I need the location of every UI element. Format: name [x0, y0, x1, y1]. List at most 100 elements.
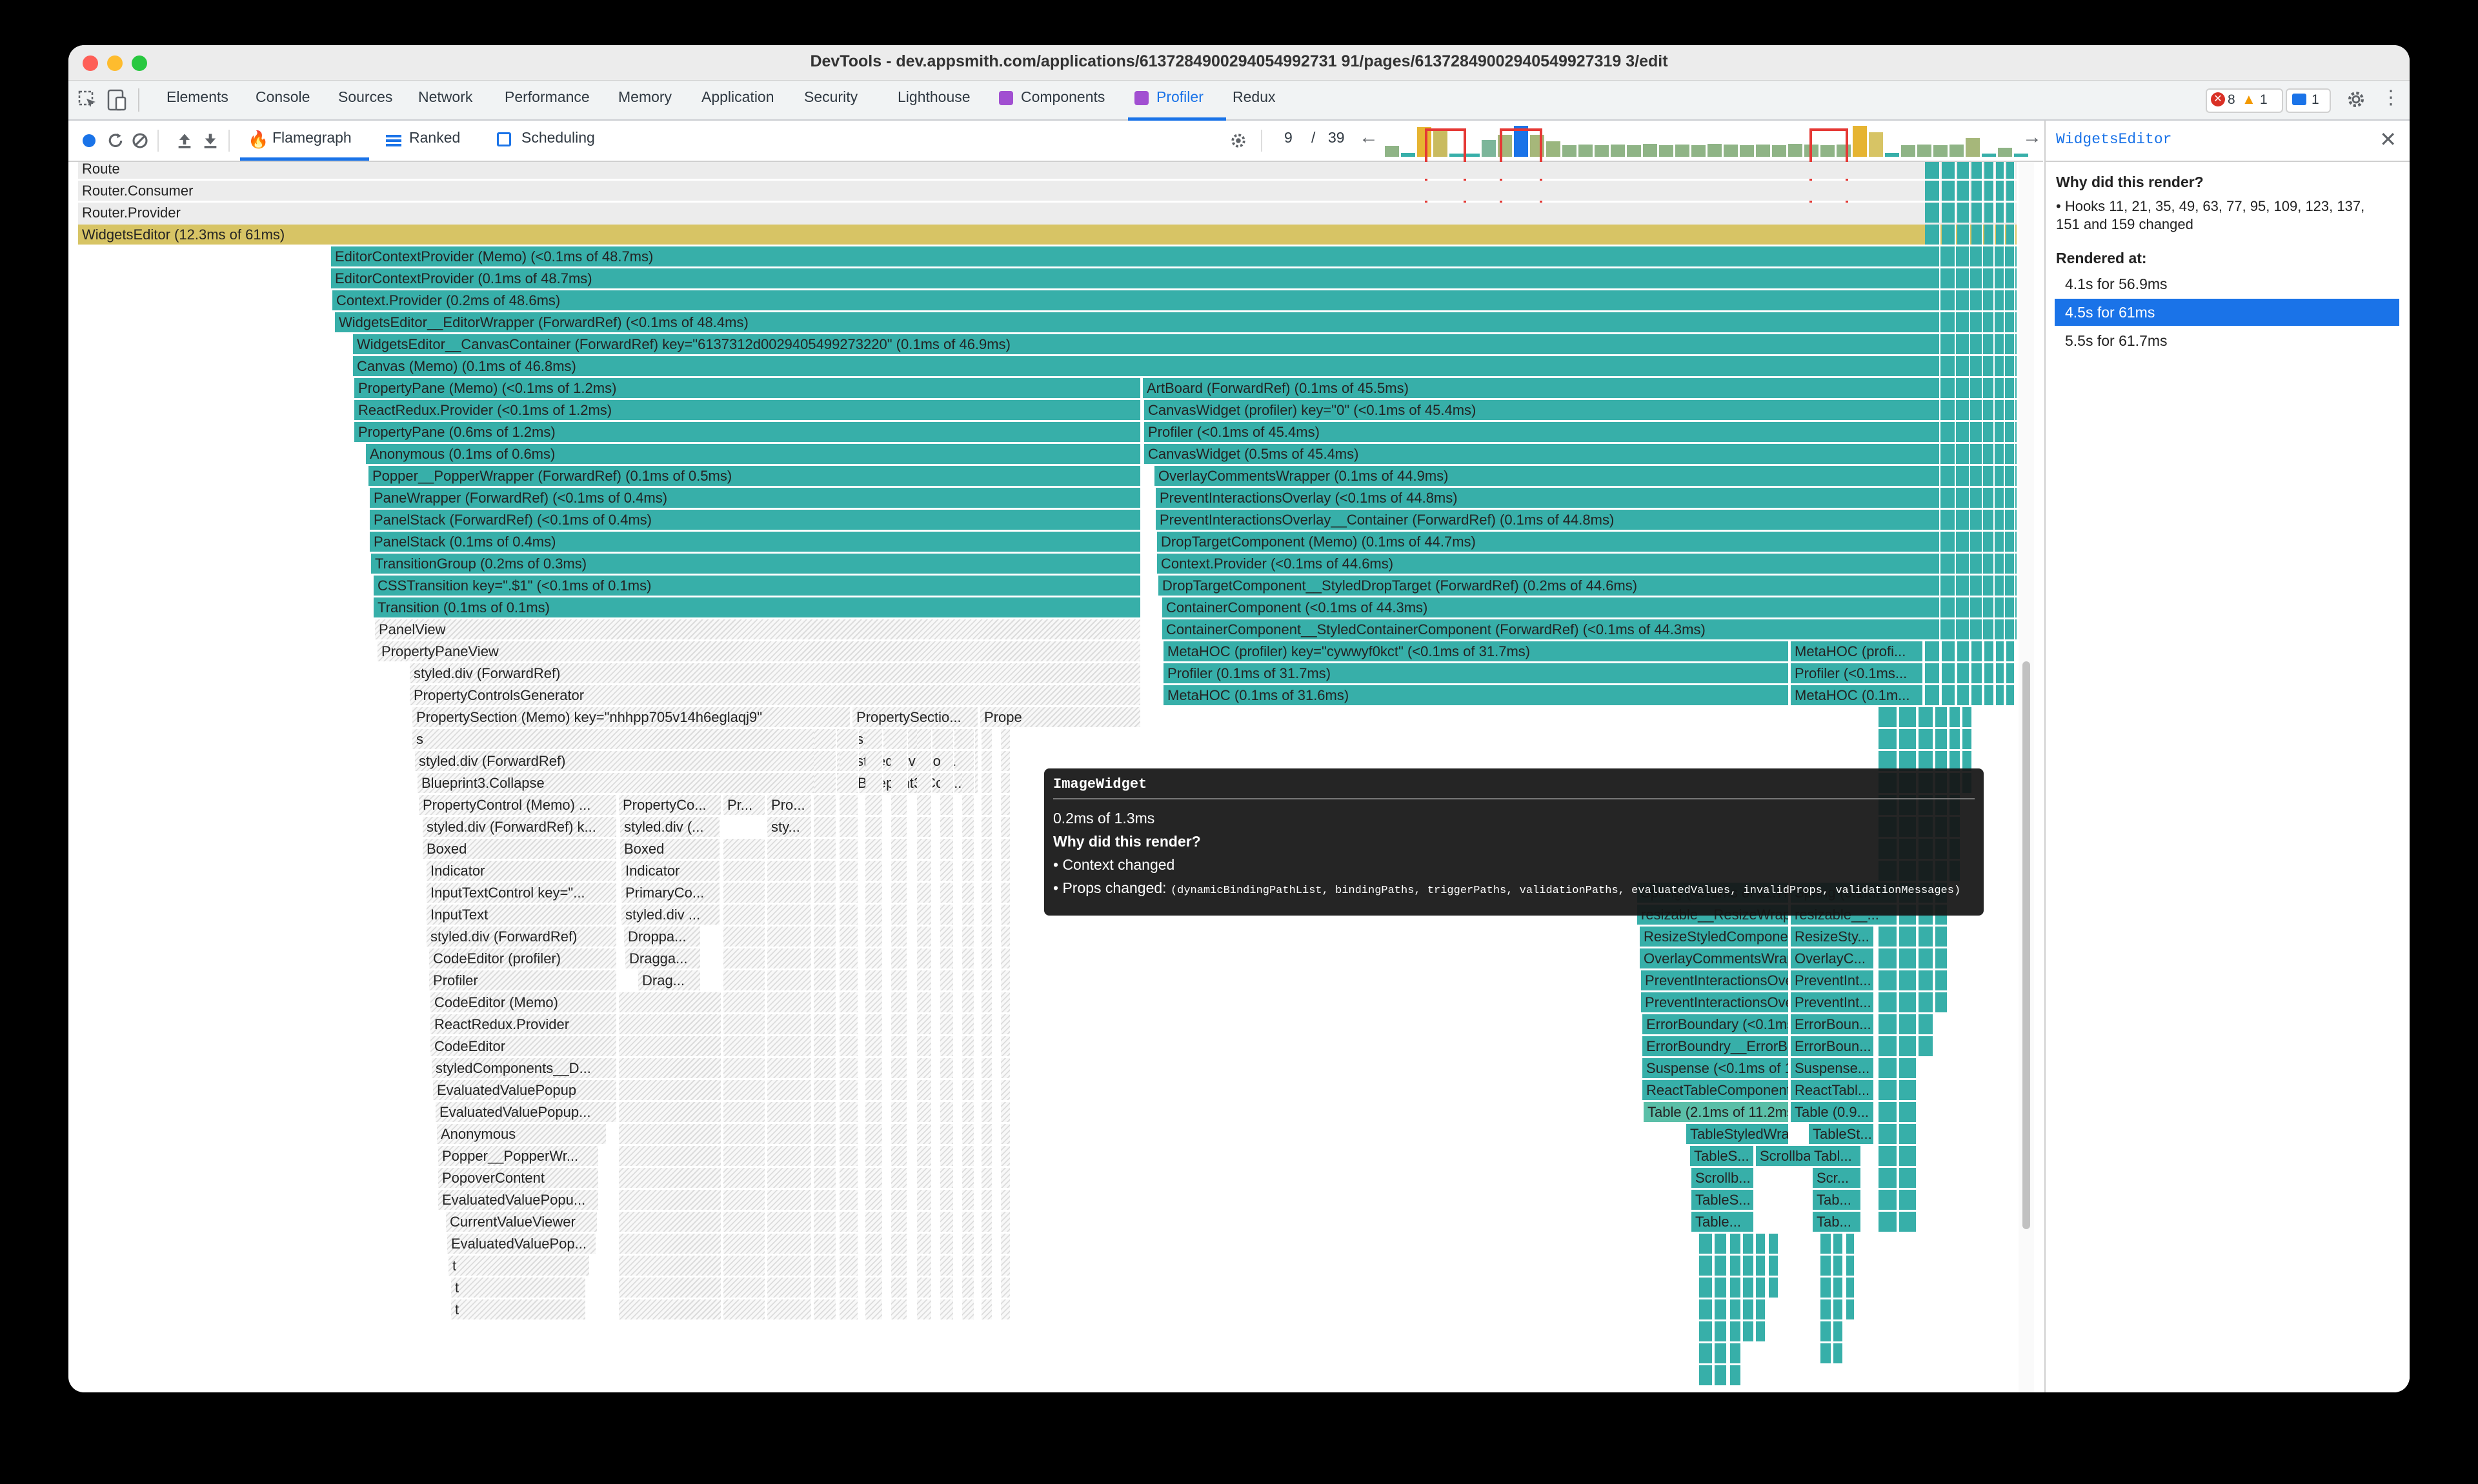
flame-bar[interactable]	[1996, 312, 2005, 332]
flame-bar[interactable]	[1957, 246, 1970, 266]
flame-bar[interactable]	[767, 1299, 812, 1319]
flame-bar[interactable]	[982, 883, 993, 903]
flame-bar[interactable]	[982, 861, 993, 881]
flame-bar[interactable]: InputTextControl key="...	[427, 883, 618, 903]
flame-bar[interactable]	[1879, 707, 1898, 727]
flame-bar[interactable]	[962, 1299, 975, 1319]
flame-bar[interactable]	[723, 927, 766, 947]
flame-bar[interactable]	[1833, 1256, 1844, 1276]
flame-bar[interactable]	[1846, 1234, 1855, 1254]
flame-bar[interactable]	[814, 1058, 837, 1078]
previous-commit-icon[interactable]: ←	[1359, 126, 1378, 148]
flame-bar[interactable]	[767, 839, 812, 859]
flame-bar[interactable]: PanelStack (ForwardRef) (<0.1ms of 0.4ms…	[370, 510, 1142, 530]
tab-components[interactable]: Components	[1021, 88, 1105, 106]
flame-bar[interactable]	[1730, 1256, 1742, 1276]
flame-bar[interactable]	[1715, 1365, 1728, 1385]
flame-bar[interactable]	[1984, 334, 1995, 354]
flame-bar[interactable]	[940, 751, 954, 771]
flame-bar[interactable]	[1962, 707, 1973, 727]
tab-redux[interactable]: Redux	[1233, 88, 1275, 106]
flame-bar[interactable]	[982, 1124, 993, 1144]
commit-bar[interactable]	[1611, 145, 1627, 157]
flame-bar[interactable]	[723, 1102, 766, 1122]
flame-bar[interactable]	[891, 970, 908, 990]
flame-bar[interactable]	[1899, 707, 1917, 727]
flame-bar[interactable]	[1699, 1234, 1713, 1254]
render-list-item[interactable]: 4.1s for 56.9ms	[2055, 270, 2399, 297]
flame-bar[interactable]: styled.div (ForwardRef)	[415, 751, 851, 771]
commit-bar[interactable]	[1675, 145, 1691, 157]
flame-bar[interactable]	[619, 1058, 722, 1078]
flame-bar[interactable]	[1001, 817, 1011, 837]
flame-bar[interactable]	[982, 729, 993, 749]
flame-bar[interactable]	[1899, 1146, 1917, 1166]
flame-bar[interactable]	[1001, 1058, 1011, 1078]
flame-bar[interactable]	[1925, 488, 1940, 508]
flame-bar[interactable]	[1699, 1256, 1713, 1276]
flame-bar[interactable]	[982, 992, 993, 1012]
flame-bar[interactable]: PreventInt...	[1791, 992, 1875, 1012]
flame-bar[interactable]	[1715, 1234, 1728, 1254]
flame-bar[interactable]	[1942, 400, 1956, 420]
flame-bar[interactable]	[917, 1102, 932, 1122]
flame-bar[interactable]	[865, 992, 883, 1012]
flame-bar[interactable]	[865, 1168, 883, 1188]
flame-bar[interactable]	[2006, 356, 2015, 376]
flame-bar[interactable]	[982, 1190, 993, 1210]
flame-bar[interactable]	[1879, 927, 1898, 947]
flame-bar[interactable]	[1942, 597, 1956, 617]
flame-bar[interactable]	[962, 839, 975, 859]
flame-bar[interactable]: PreventInteractionsOverlay (<0.1ms of 44…	[1156, 488, 2018, 508]
flame-bar[interactable]	[1001, 927, 1011, 947]
flame-bar[interactable]	[1925, 597, 1940, 617]
flame-bar[interactable]	[891, 1168, 908, 1188]
flame-bar[interactable]	[1996, 400, 2005, 420]
flame-bar[interactable]	[1743, 1234, 1755, 1254]
flame-bar[interactable]	[1846, 1278, 1855, 1298]
flame-bar[interactable]	[2006, 162, 2015, 179]
flame-bar[interactable]	[1957, 597, 1970, 617]
flame-bar[interactable]: Indicator	[621, 861, 721, 881]
flame-bar[interactable]: PropertyPane (0.6ms of 1.2ms)	[354, 422, 1142, 442]
messages-badge[interactable]: 1	[2286, 88, 2331, 113]
flame-bar[interactable]	[767, 1124, 812, 1144]
commit-bar[interactable]	[1643, 144, 1659, 157]
flame-bar[interactable]	[1971, 510, 1983, 530]
flame-bar[interactable]	[1899, 1190, 1917, 1210]
flame-bar[interactable]	[1001, 1212, 1011, 1232]
flame-bar[interactable]	[723, 861, 766, 881]
flame-bar[interactable]	[2006, 312, 2015, 332]
flame-bar[interactable]: PrimaryCo...	[621, 883, 721, 903]
flame-bar[interactable]: ArtBoard (ForwardRef) (0.1ms of 45.5ms)	[1143, 378, 2018, 398]
flame-bar[interactable]	[767, 1190, 812, 1210]
flame-bar[interactable]	[1743, 1278, 1755, 1298]
flame-bar[interactable]	[982, 1014, 993, 1034]
flame-bar[interactable]	[1899, 1080, 1917, 1100]
flame-bar[interactable]	[840, 905, 859, 925]
flame-bar[interactable]	[962, 883, 975, 903]
flame-bar[interactable]	[1756, 1234, 1766, 1254]
flame-bar[interactable]	[1984, 532, 1995, 552]
tab-application[interactable]: Application	[701, 88, 774, 106]
flame-bar[interactable]	[1925, 641, 1940, 661]
flame-bar[interactable]	[1984, 619, 1995, 639]
flame-bar[interactable]	[962, 1036, 975, 1056]
flame-bar[interactable]	[982, 1058, 993, 1078]
flame-bar[interactable]	[767, 1168, 812, 1188]
flame-bar[interactable]	[1879, 1146, 1898, 1166]
flame-bar[interactable]	[982, 795, 993, 815]
flame-bar[interactable]	[891, 1299, 908, 1319]
flame-bar[interactable]	[1756, 1299, 1766, 1319]
flame-bar[interactable]	[982, 1299, 993, 1319]
flame-bar[interactable]	[962, 992, 975, 1012]
flame-bar[interactable]	[1971, 312, 1983, 332]
flame-bar[interactable]: CodeEditor (profiler)	[429, 948, 618, 968]
flame-bar[interactable]	[814, 883, 837, 903]
flame-bar[interactable]	[2006, 203, 2015, 223]
flame-bar[interactable]	[1001, 1014, 1011, 1034]
flame-bar[interactable]	[1984, 268, 1995, 288]
flame-bar[interactable]	[1820, 1321, 1832, 1341]
flame-bar[interactable]	[1984, 554, 1995, 574]
flame-bar[interactable]	[1001, 1146, 1011, 1166]
